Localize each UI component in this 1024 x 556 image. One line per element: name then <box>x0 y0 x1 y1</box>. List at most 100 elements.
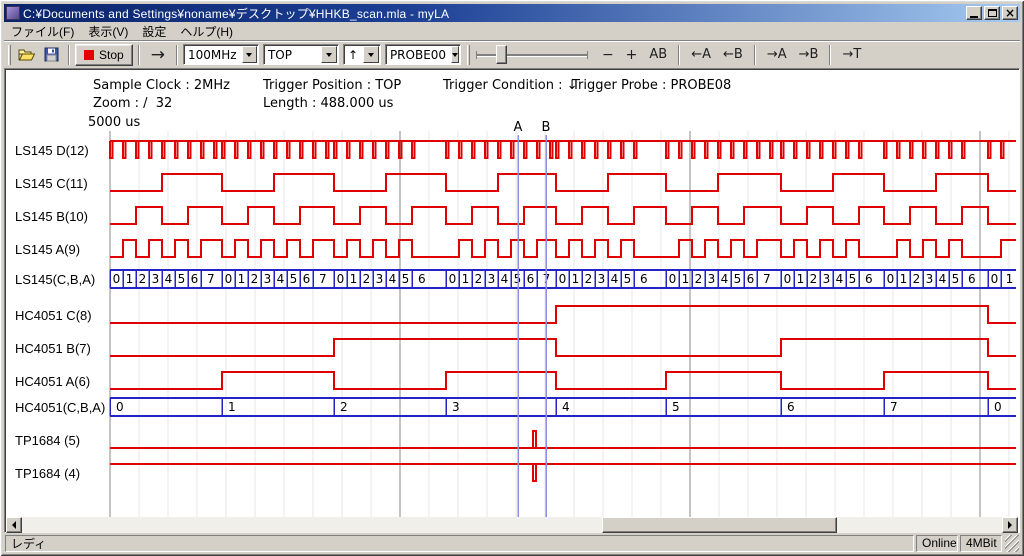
toolbar-separator <box>678 45 680 65</box>
wave-2 <box>110 207 1016 224</box>
bus-value: 1 <box>238 272 246 286</box>
bus-value: 1 <box>126 272 134 286</box>
close-button[interactable]: × <box>1002 6 1018 20</box>
wave-1 <box>110 174 1016 191</box>
menu-settings[interactable]: 設定 <box>135 22 173 41</box>
status-ready: レディ <box>5 535 914 552</box>
bus-value: 0 <box>887 272 895 286</box>
waveform-display[interactable]: 5000 us012345670123456701234560123456701… <box>8 115 1016 517</box>
status-bar: レディ Online 4MBit <box>4 533 1020 553</box>
bus-value: 2 <box>251 272 259 286</box>
horizontal-scrollbar[interactable] <box>6 517 1018 533</box>
trigger-position-combo[interactable]: TOP <box>263 44 339 65</box>
bus-value: 6 <box>191 272 199 286</box>
wave-9 <box>110 431 1016 448</box>
bus-value: 0 <box>559 272 567 286</box>
goto-cursor-a-right-button[interactable]: →A <box>761 44 793 66</box>
scroll-left-button[interactable] <box>6 517 22 533</box>
sample-clock-combo[interactable]: 100MHz <box>183 44 259 65</box>
bus-value: 0 <box>784 272 792 286</box>
slider-thumb[interactable] <box>496 45 507 64</box>
bus-value: 5 <box>402 272 410 286</box>
info-length: Length : 488.000 us <box>263 96 393 111</box>
bus-value: 0 <box>991 272 999 286</box>
info-zoom: Zoom : / 32 <box>93 96 172 111</box>
toolbar-separator <box>68 45 70 65</box>
chevron-down-icon <box>246 53 252 57</box>
bus-value: 1 <box>228 400 236 414</box>
bus-value: 2 <box>363 272 371 286</box>
bus-value: 4 <box>939 272 947 286</box>
app-window: C:¥Documents and Settings¥noname¥デスクトップ¥… <box>0 0 1024 556</box>
bus-value: 3 <box>452 400 460 414</box>
zoom-ab-button[interactable]: AB <box>643 44 673 66</box>
app-icon[interactable] <box>6 6 20 20</box>
dropdown-button[interactable] <box>451 46 459 63</box>
stop-button[interactable]: Stop <box>75 44 133 66</box>
bus-value: 1 <box>900 272 908 286</box>
dropdown-button[interactable] <box>363 46 379 63</box>
trigger-position-value: TOP <box>264 48 320 62</box>
bus-value: 2 <box>695 272 703 286</box>
zoom-slider[interactable] <box>476 44 588 66</box>
bus-value: 2 <box>585 272 593 286</box>
menu-file[interactable]: ファイル(F) <box>4 22 81 41</box>
menu-view[interactable]: 表示(V) <box>81 22 135 41</box>
maximize-icon <box>988 9 997 17</box>
open-file-button[interactable] <box>15 44 39 66</box>
goto-cursor-b-left-button[interactable]: ←B <box>717 44 749 66</box>
cursor-a-label: A <box>514 120 523 135</box>
dropdown-button[interactable] <box>321 46 337 63</box>
sample-clock-value: 100MHz <box>184 48 241 62</box>
resize-grip[interactable] <box>1005 535 1019 552</box>
goto-trigger-button[interactable]: →T <box>836 44 867 66</box>
info-sample-clock: Sample Clock : 2MHz <box>93 78 230 93</box>
bus-value: 1 <box>572 272 580 286</box>
bus-value: 7 <box>890 400 898 414</box>
arrow-left-icon <box>12 521 16 529</box>
zoom-in-button[interactable]: + <box>620 44 644 66</box>
close-icon: × <box>1005 8 1015 18</box>
bus-value: 0 <box>669 272 677 286</box>
chevron-down-icon <box>326 53 332 57</box>
bus-value: 4 <box>562 400 570 414</box>
toolbar-separator <box>829 45 831 65</box>
bus-value: 0 <box>994 400 1002 414</box>
bus-value: 5 <box>290 272 298 286</box>
scrollbar-thumb[interactable] <box>602 517 837 533</box>
bus-value: 4 <box>277 272 285 286</box>
bus-value: 5 <box>178 272 186 286</box>
bus-value: 2 <box>913 272 921 286</box>
bus-value: 6 <box>640 272 648 286</box>
goto-cursor-a-left-button[interactable]: ←A <box>685 44 717 66</box>
toolbar-grip[interactable] <box>467 45 470 65</box>
chevron-down-icon <box>368 53 374 57</box>
toolbar-grip[interactable] <box>8 45 11 65</box>
bus-value: 7 <box>763 272 771 286</box>
goto-cursor-b-right-button[interactable]: →B <box>793 44 825 66</box>
bus-value: 6 <box>787 400 795 414</box>
bus-value: 3 <box>823 272 831 286</box>
scroll-right-button[interactable] <box>1002 517 1018 533</box>
bus-value: 5 <box>672 400 680 414</box>
maximize-button[interactable] <box>984 6 1000 20</box>
zoom-out-button[interactable]: − <box>596 44 620 66</box>
bus-value: 2 <box>340 400 348 414</box>
minimize-button[interactable] <box>966 6 982 20</box>
menu-help[interactable]: ヘルプ(H) <box>173 22 240 41</box>
cursor-b-label: B <box>542 120 551 135</box>
save-file-button[interactable] <box>39 44 63 66</box>
minimize-icon <box>970 16 978 18</box>
bus-value: 5 <box>734 272 742 286</box>
status-memory: 4MBit <box>960 535 1002 552</box>
bus-value: 4 <box>389 272 397 286</box>
toolbar-separator <box>138 45 140 65</box>
info-trigger-position: Trigger Position : TOP <box>263 78 401 93</box>
run-button[interactable]: → <box>145 44 171 66</box>
time-scale-label: 5000 us <box>88 115 140 130</box>
info-trigger-condition: Trigger Condition : ↓ <box>443 78 578 93</box>
dropdown-button[interactable] <box>242 46 257 63</box>
trigger-edge-combo[interactable]: ↑ <box>343 44 381 65</box>
bus-value: 4 <box>165 272 173 286</box>
trigger-probe-combo[interactable]: PROBE00 <box>385 44 461 65</box>
